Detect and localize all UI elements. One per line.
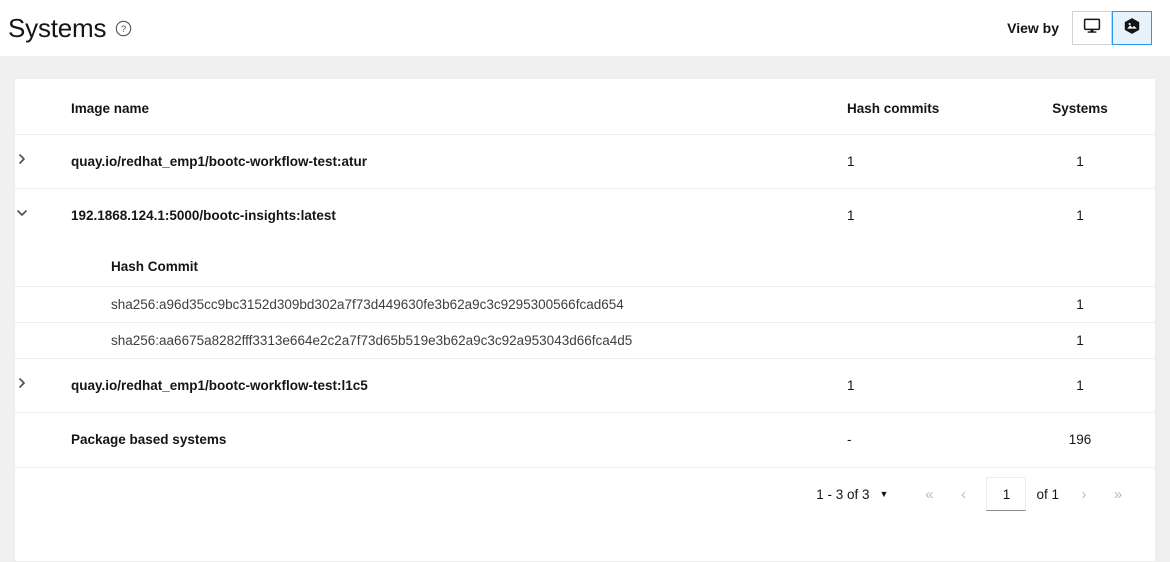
systems-count-cell: 1 xyxy=(1005,189,1155,243)
nested-spacer-cell-2 xyxy=(845,286,1005,322)
pagination: 1 - 3 of 3 ▼ « ‹ of 1 › » xyxy=(15,467,1155,521)
hash-commit-value: sha256:a96d35cc9bc3152d309bd302a7f73d449… xyxy=(111,286,845,322)
th-hash-commits: Hash commits xyxy=(845,79,1005,135)
th-hash-commit: Hash Commit xyxy=(111,243,845,287)
page-number-input[interactable] xyxy=(986,477,1026,511)
hash-commit-value: sha256:aa6675a8282fff3313e664e2c2a7f73d6… xyxy=(111,322,845,358)
container-image-icon xyxy=(1123,17,1141,40)
angle-left-icon: ‹ xyxy=(961,486,966,503)
hash-commits-cell: 1 xyxy=(845,189,1005,243)
prev-page-button[interactable]: ‹ xyxy=(946,478,980,510)
first-page-button[interactable]: « xyxy=(912,478,946,510)
page-body: Image name Hash commits Systems q xyxy=(0,57,1170,562)
next-page-button[interactable]: › xyxy=(1067,478,1101,510)
pagination-summary: 1 - 3 of 3 xyxy=(816,487,869,502)
systems-card: Image name Hash commits Systems q xyxy=(14,78,1156,562)
nested-th-spacer xyxy=(15,243,111,287)
table-row[interactable]: quay.io/redhat_emp1/bootc-workflow-test:… xyxy=(15,135,1155,189)
nested-spacer-cell xyxy=(15,322,111,358)
last-page-button[interactable]: » xyxy=(1101,478,1135,510)
nested-th-spacer-3 xyxy=(1005,243,1155,287)
chevron-right-icon xyxy=(15,376,29,390)
table-row[interactable]: Package based systems - 196 xyxy=(15,413,1155,467)
hash-commits-cell: - xyxy=(845,413,1005,467)
systems-count-cell: 196 xyxy=(1005,413,1155,467)
header-actions: View by xyxy=(1007,11,1152,45)
expanded-detail-cell: Hash Commit sha256:a96d35cc9bc3152d309bd… xyxy=(15,243,1155,359)
hash-commits-cell: 1 xyxy=(845,359,1005,413)
angle-right-icon: › xyxy=(1082,486,1087,503)
systems-count-cell: 1 xyxy=(1005,135,1155,189)
hash-commit-row[interactable]: sha256:aa6675a8282fff3313e664e2c2a7f73d6… xyxy=(15,322,1155,358)
expanded-detail-row: Hash Commit sha256:a96d35cc9bc3152d309bd… xyxy=(15,243,1155,359)
nested-table-head: Hash Commit xyxy=(15,243,1155,287)
image-name-cell: 192.1868.124.1:5000/bootc-insights:lates… xyxy=(71,189,845,243)
image-name-cell: quay.io/redhat_emp1/bootc-workflow-test:… xyxy=(71,135,845,189)
table-header-row: Image name Hash commits Systems xyxy=(15,79,1155,135)
nested-header-row: Hash Commit xyxy=(15,243,1155,287)
table-row[interactable]: quay.io/redhat_emp1/bootc-workflow-test:… xyxy=(15,359,1155,413)
chevron-down-icon xyxy=(15,206,29,220)
question-circle-icon[interactable]: ? xyxy=(115,20,132,37)
row-toggle[interactable] xyxy=(15,359,71,413)
caret-down-icon[interactable]: ▼ xyxy=(878,483,899,505)
nested-table-body: sha256:a96d35cc9bc3152d309bd302a7f73d449… xyxy=(15,286,1155,358)
nested-spacer-cell-2 xyxy=(845,322,1005,358)
pagination-total-pages: of 1 xyxy=(1036,487,1059,502)
svg-text:?: ? xyxy=(121,24,126,35)
hash-systems-count: 1 xyxy=(1005,322,1155,358)
systems-count-cell: 1 xyxy=(1005,359,1155,413)
th-spacer xyxy=(15,79,71,135)
hash-commit-row[interactable]: sha256:a96d35cc9bc3152d309bd302a7f73d449… xyxy=(15,286,1155,322)
table-row[interactable]: 192.1868.124.1:5000/bootc-insights:lates… xyxy=(15,189,1155,243)
hash-commit-table: Hash Commit sha256:a96d35cc9bc3152d309bd… xyxy=(15,243,1155,359)
view-by-label: View by xyxy=(1007,20,1059,36)
row-toggle-empty xyxy=(15,413,71,467)
image-name-cell: Package based systems xyxy=(71,413,845,467)
nested-th-spacer-2 xyxy=(845,243,1005,287)
angle-double-left-icon: « xyxy=(925,486,933,503)
view-by-systems-button[interactable] xyxy=(1072,11,1112,45)
desktop-icon xyxy=(1083,17,1101,40)
systems-table: Image name Hash commits Systems q xyxy=(15,79,1155,467)
row-toggle[interactable] xyxy=(15,135,71,189)
table-head: Image name Hash commits Systems xyxy=(15,79,1155,135)
table-body: quay.io/redhat_emp1/bootc-workflow-test:… xyxy=(15,135,1155,467)
hash-systems-count: 1 xyxy=(1005,286,1155,322)
row-toggle[interactable] xyxy=(15,189,71,243)
hash-commits-cell: 1 xyxy=(845,135,1005,189)
angle-double-right-icon: » xyxy=(1114,486,1122,503)
th-systems: Systems xyxy=(1005,79,1155,135)
nested-spacer-cell xyxy=(15,286,111,322)
th-image-name: Image name xyxy=(71,79,845,135)
chevron-right-icon xyxy=(15,152,29,166)
page-title: Systems xyxy=(8,15,106,41)
view-by-images-button[interactable] xyxy=(1112,11,1152,45)
image-name-cell: quay.io/redhat_emp1/bootc-workflow-test:… xyxy=(71,359,845,413)
view-by-toggle-group xyxy=(1072,11,1152,45)
page-header: Systems ? View by xyxy=(0,0,1170,57)
